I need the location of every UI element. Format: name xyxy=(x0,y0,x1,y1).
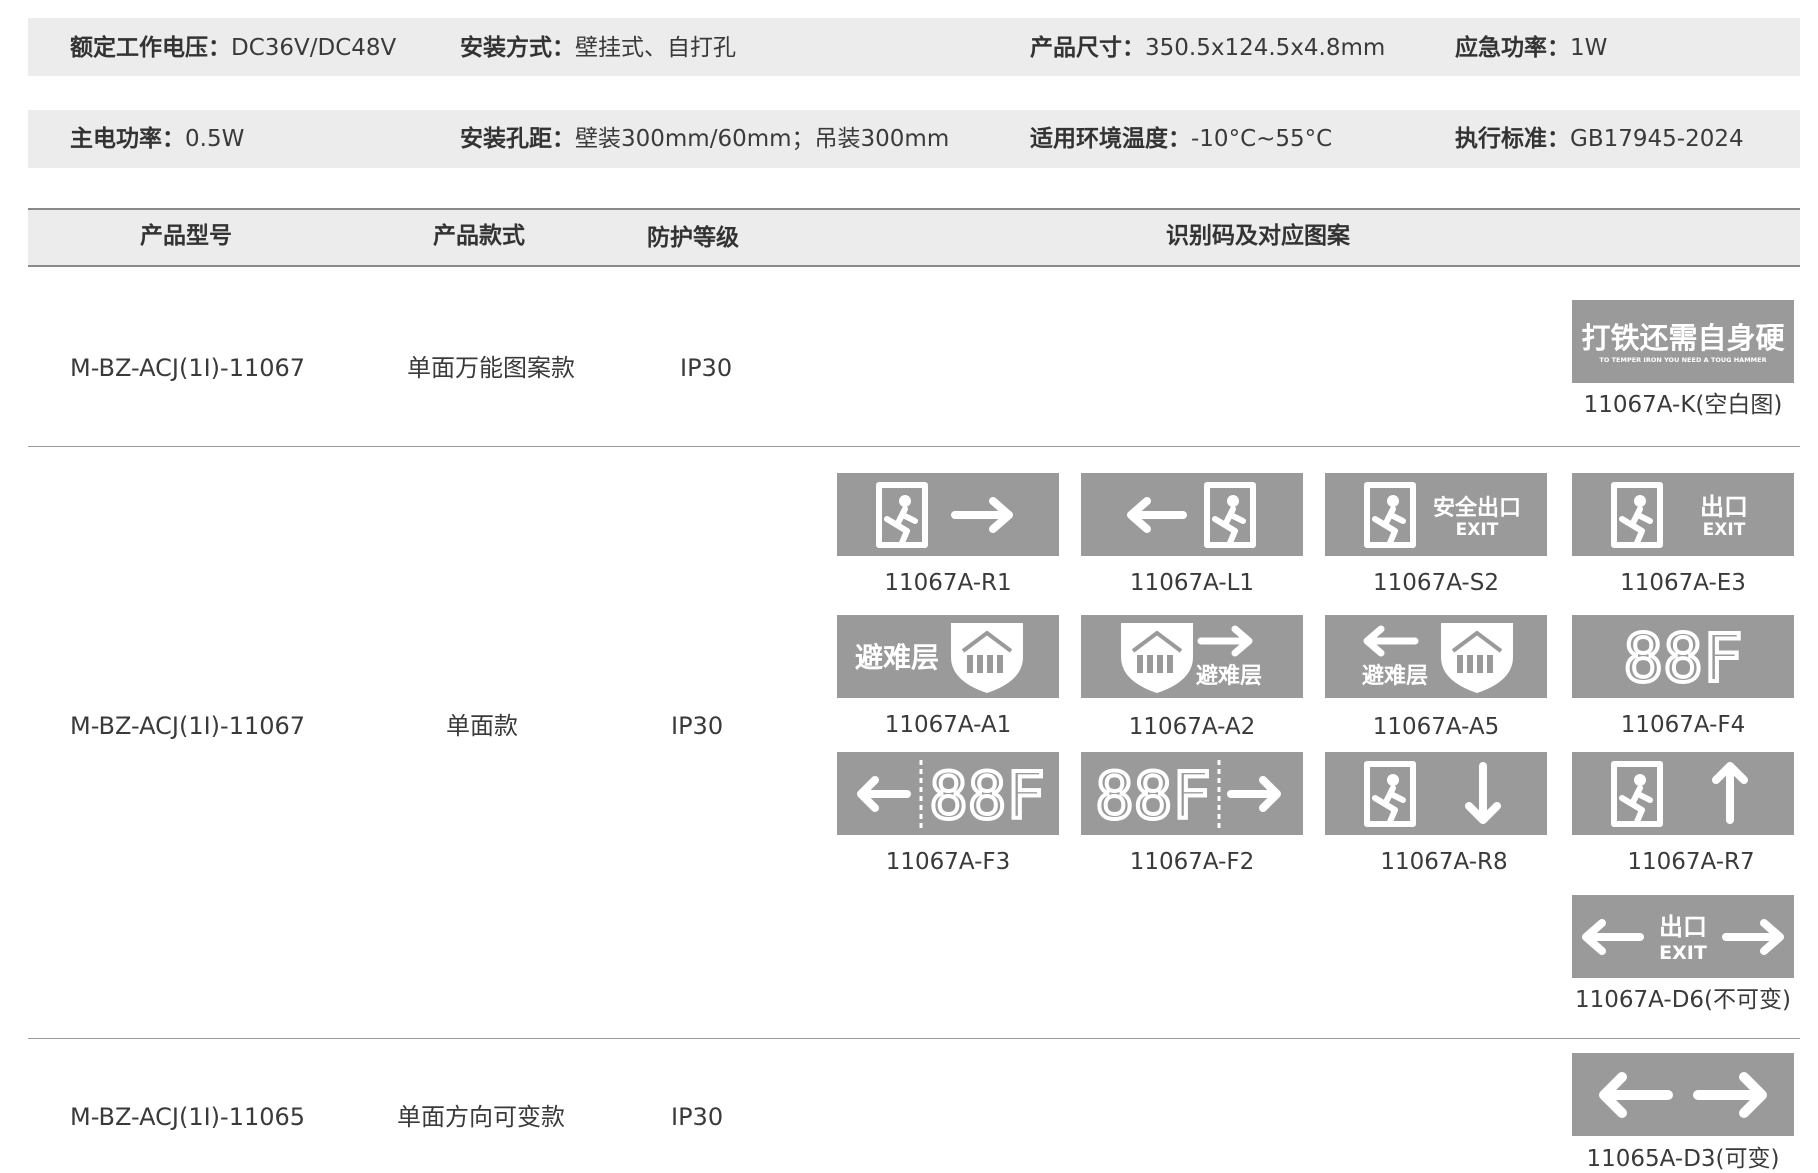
code-11067A-F2: 11067A-F2 xyxy=(1129,849,1255,875)
code-11067A-A5: 11067A-A5 xyxy=(1372,714,1500,740)
svg-text:EXIT: EXIT xyxy=(1703,520,1746,540)
code-11067A-L1: 11067A-L1 xyxy=(1129,570,1255,596)
svg-text:EXIT: EXIT xyxy=(1659,942,1707,964)
row1-ip: IP30 xyxy=(680,354,733,382)
row3-model: M-BZ-ACJ(1Ⅰ)-11065 xyxy=(70,1103,306,1131)
spec-install-method: 安装方式：壁挂式、自打孔 xyxy=(460,35,736,61)
svg-text:出口: 出口 xyxy=(1700,493,1748,521)
row3-ip: IP30 xyxy=(671,1103,724,1131)
sign-11067A-A5: 避难层 xyxy=(1325,615,1547,698)
header-model: 产品型号 xyxy=(140,223,232,249)
header-protection: 防护等级 xyxy=(647,225,739,251)
code-11065A-D3: 11065A-D3(可变) xyxy=(1586,1146,1780,1172)
spec-rated-voltage: 额定工作电压：DC36V/DC48V xyxy=(70,35,397,61)
sign-11067A-S2: 安全出口 EXIT xyxy=(1325,473,1547,556)
spec-hole-spacing: 安装孔距：壁装300mm/60mm；吊装300mm xyxy=(460,126,950,152)
row2-style: 单面款 xyxy=(446,712,518,740)
spec-emergency-power: 应急功率：1W xyxy=(1455,35,1608,61)
sign-11067A-F3: 88F xyxy=(837,752,1059,835)
table-header xyxy=(28,210,1800,266)
code-11067A-D6: 11067A-D6(不可变) xyxy=(1575,987,1791,1013)
svg-text:88F: 88F xyxy=(1623,620,1742,697)
svg-text:避难层: 避难层 xyxy=(855,641,939,674)
spec-standard: 执行标准：GB17945-2024 xyxy=(1455,126,1744,152)
row1-model: M-BZ-ACJ(1Ⅰ)-11067 xyxy=(70,354,306,382)
code-11067A-F4: 11067A-F4 xyxy=(1620,712,1746,738)
svg-text:出口: 出口 xyxy=(1659,913,1707,941)
svg-text:避难层: 避难层 xyxy=(1362,663,1428,689)
code-11067A-R1: 11067A-R1 xyxy=(884,570,1012,596)
sign-11067A-R7 xyxy=(1572,752,1794,835)
header-style: 产品款式 xyxy=(433,223,525,249)
row2-ip: IP30 xyxy=(671,712,724,740)
spec-main-power: 主电功率：0.5W xyxy=(70,126,245,152)
code-11067A-R8: 11067A-R8 xyxy=(1380,849,1508,875)
sign-11067A-K: 打铁还需自身硬 TO TEMPER IRON YOU NEED A TOUG H… xyxy=(1572,300,1794,383)
sign-11067A-A2: 避难层 xyxy=(1081,615,1303,698)
row3-style: 单面方向可变款 xyxy=(397,1103,565,1131)
svg-text:TO TEMPER IRON YOU NEED A TOUG: TO TEMPER IRON YOU NEED A TOUG HAMMER xyxy=(1599,356,1766,364)
sign-11067A-F4: 88F xyxy=(1572,615,1794,698)
spec-product-size: 产品尺寸：350.5x124.5x4.8mm xyxy=(1030,35,1386,61)
row1-style: 单面万能图案款 xyxy=(407,354,575,382)
svg-text:避难层: 避难层 xyxy=(1196,663,1262,689)
svg-text:88F: 88F xyxy=(929,760,1045,834)
row2-model: M-BZ-ACJ(1Ⅰ)-11067 xyxy=(70,712,306,740)
svg-text:88F: 88F xyxy=(1095,760,1211,834)
sign-11067A-A1: 避难层 xyxy=(837,615,1059,698)
sign-11067A-E3: 出口 EXIT xyxy=(1572,473,1794,556)
code-11067A-A2: 11067A-A2 xyxy=(1128,714,1256,740)
code-11067A-E3: 11067A-E3 xyxy=(1620,570,1746,596)
code-11067A-A1: 11067A-A1 xyxy=(884,712,1012,738)
row2-divider xyxy=(28,1038,1800,1039)
sign-11067A-L1 xyxy=(1081,473,1303,556)
sign-11067A-R1 xyxy=(837,473,1059,556)
table-header-rule xyxy=(28,265,1800,267)
code-11067A-K: 11067A-K(空白图) xyxy=(1583,392,1783,418)
sign-11065A-D3 xyxy=(1572,1053,1794,1136)
row1-divider xyxy=(28,446,1800,447)
code-11067A-S2: 11067A-S2 xyxy=(1373,570,1499,596)
svg-text:安全出口: 安全出口 xyxy=(1433,495,1521,521)
code-11067A-F3: 11067A-F3 xyxy=(885,849,1011,875)
sign-11067A-F2: 88F xyxy=(1081,752,1303,835)
svg-text:打铁还需自身硬: 打铁还需自身硬 xyxy=(1581,321,1785,355)
code-11067A-R7: 11067A-R7 xyxy=(1627,849,1755,875)
sign-11067A-R8 xyxy=(1325,752,1547,835)
spec-ambient-temperature: 适用环境温度：-10°C~55°C xyxy=(1030,126,1333,152)
header-id-pattern: 识别码及对应图案 xyxy=(1166,223,1350,249)
sign-11067A-D6: 出口 EXIT xyxy=(1572,895,1794,978)
svg-text:EXIT: EXIT xyxy=(1456,520,1499,540)
